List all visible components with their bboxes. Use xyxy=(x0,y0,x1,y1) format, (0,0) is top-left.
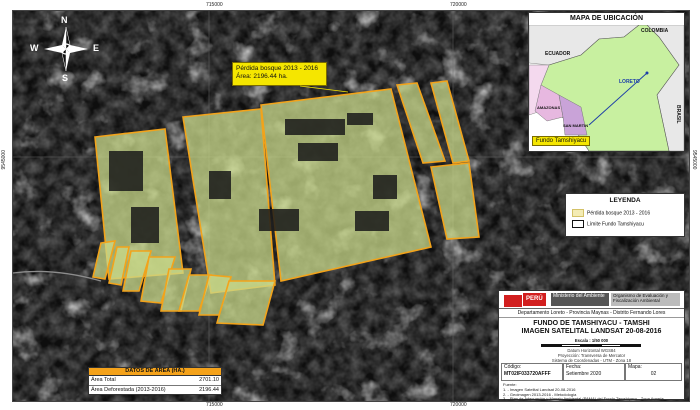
org-label: Organismo de Evaluación y Fiscalización … xyxy=(611,293,680,306)
fundo-label: Fundo Tamshiyacu xyxy=(532,136,591,146)
legend-title: LEYENDA xyxy=(609,197,641,204)
label-san-martin: SAN MARTIN xyxy=(563,123,589,128)
peru-emblem-icon xyxy=(503,294,523,308)
mapa-value: 02 xyxy=(650,371,657,377)
title-block-header: PERÚ Ministerio del Ambiente Organismo d… xyxy=(499,291,684,309)
legend-label-boundary: Límite Fundo Tamshiyacu xyxy=(587,221,644,228)
location-map-graphic xyxy=(529,25,684,151)
legend-swatch-fill xyxy=(572,209,584,217)
compass-s: S xyxy=(62,73,69,83)
codigo-value: MT02IF033720AFFF xyxy=(504,371,551,377)
fecha-value: Setiembre 2020 xyxy=(566,371,602,377)
area-total-label: Área Total xyxy=(91,377,116,383)
legend-label-forest-loss: Pérdida bosque 2013 - 2016 xyxy=(587,210,651,217)
area-data-table: DATOS DE ÁREA (HA.) Área Total 2701.10 Á… xyxy=(88,367,222,395)
legend-item-boundary: Límite Fundo Tamshiyacu xyxy=(572,220,644,228)
coord-top-2: 720000 xyxy=(450,2,467,8)
compass-n: N xyxy=(61,15,68,25)
table-row: Área Total 2701.10 xyxy=(89,376,221,386)
label-ecuador: ECUADOR xyxy=(545,51,571,57)
codigo-label: Código: xyxy=(504,364,522,370)
label-brasil: BRASIL xyxy=(675,105,681,124)
map-sheet: 715000 720000 715000 720000 9545000 9545… xyxy=(0,0,700,410)
ministry-label: Ministerio del Ambiente xyxy=(551,293,609,306)
mapa-cell: Mapa: 02 xyxy=(625,363,682,381)
location-map: MAPA DE UBICACIÓN COLOMBIA ECUADOR BRASI… xyxy=(528,12,685,152)
source-note-3: 3. - Plan de Adecuación y Manejo Ambient… xyxy=(503,396,664,402)
label-colombia: COLOMBIA xyxy=(641,28,669,34)
peru-label: PERÚ xyxy=(523,293,546,306)
coord-top-1: 715000 xyxy=(206,2,223,8)
source-notes: Fuente: 1. - Imagen Satelital Landsat 20… xyxy=(503,382,681,402)
legend-item-forest-loss: Pérdida bosque 2013 - 2016 xyxy=(572,209,650,217)
coord-right: 9545000 xyxy=(691,150,697,170)
coord-bottom-1: 715000 xyxy=(206,402,223,408)
fecha-label: Fecha: xyxy=(566,364,582,370)
coord-left: 9545000 xyxy=(1,150,7,170)
scale-label: Escala : 1/50 000 xyxy=(574,338,609,343)
area-table-header: DATOS DE ÁREA (HA.) xyxy=(89,368,221,376)
forest-loss-callout: Pérdida bosque 2013 - 2016 Área: 2196.44… xyxy=(232,62,327,86)
compass-w: W xyxy=(30,43,39,53)
label-amazonas: AMAZONAS xyxy=(537,105,561,110)
location-line: Departamento Loreto - Provincia Maynas -… xyxy=(499,309,684,318)
codigo-cell: Código: MT02IF033720AFFF xyxy=(501,363,563,381)
coord-bottom-2: 720000 xyxy=(450,402,467,408)
legend-swatch-outline xyxy=(572,220,584,228)
title-line-1: FUNDO DE TAMSHIYACU - TAMSHI xyxy=(533,320,650,327)
legend: LEYENDA Pérdida bosque 2013 - 2016 Límit… xyxy=(565,193,685,237)
mapa-label: Mapa: xyxy=(628,364,642,370)
area-total-value: 2701.10 xyxy=(199,377,219,383)
compass-e: E xyxy=(93,43,100,53)
area-deforested-value: 2196.44 xyxy=(199,387,219,393)
scale-bar xyxy=(541,344,641,347)
callout-line-2: Área: 2196.44 ha. xyxy=(236,73,288,80)
table-row: Área Deforestada (2013-2016) 2196.44 xyxy=(89,386,221,395)
callout-line-1: Pérdida bosque 2013 - 2016 xyxy=(236,65,319,72)
fecha-cell: Fecha: Setiembre 2020 xyxy=(563,363,625,381)
title-block: PERÚ Ministerio del Ambiente Organismo d… xyxy=(498,290,685,402)
title-line-2: IMAGEN SATELITAL LANDSAT 20-08-2016 xyxy=(521,328,662,335)
label-loreto: LORETO xyxy=(619,79,640,85)
area-deforested-label: Área Deforestada (2013-2016) xyxy=(91,387,166,393)
